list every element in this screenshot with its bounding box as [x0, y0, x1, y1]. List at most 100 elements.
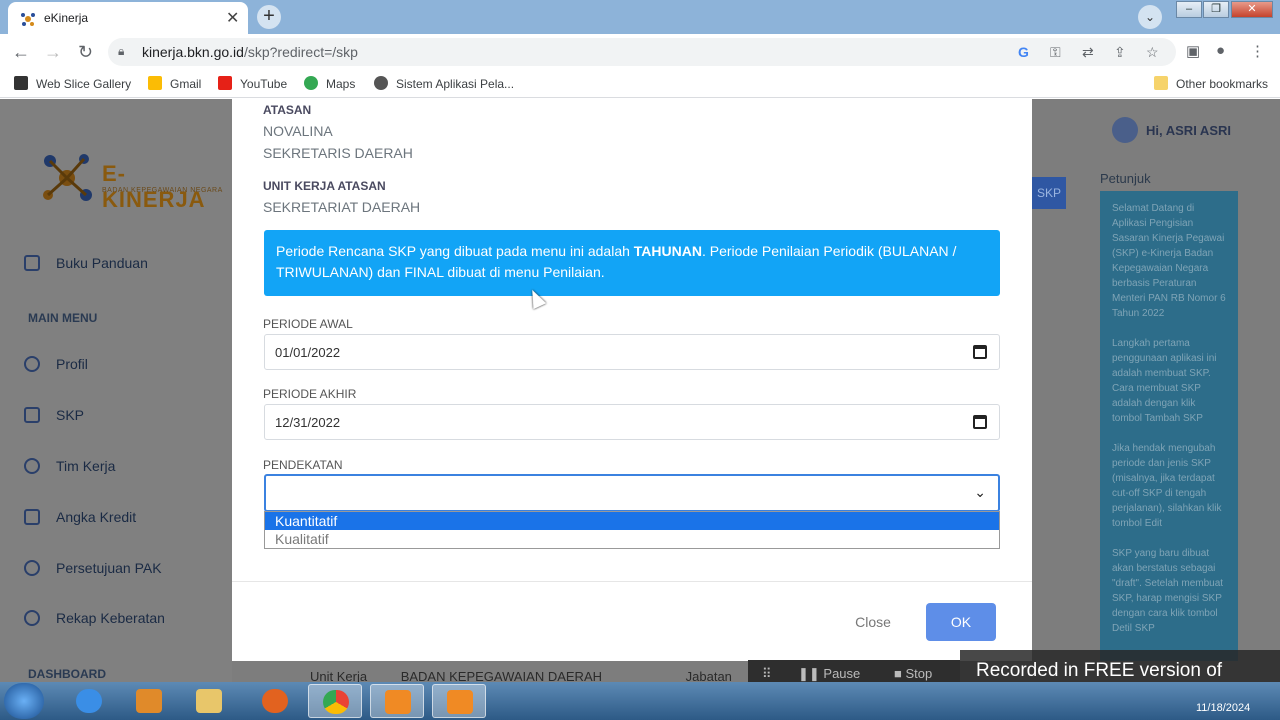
periode-awal-input[interactable]: 01/01/2022	[264, 334, 1000, 370]
periode-akhir-value: 12/31/2022	[275, 415, 341, 430]
jabatan-label: Jabatan	[685, 669, 732, 682]
logo-subtext: BADAN KEPEGAWAIAN NEGARA	[102, 187, 223, 194]
lock-icon: 🔒︎	[118, 44, 125, 58]
bookmark-web-slice-gallery[interactable]: Web Slice Gallery	[14, 76, 131, 91]
option-kualitatif[interactable]: Kualitatif	[265, 530, 999, 548]
back-arrow-icon[interactable]: ←	[12, 42, 30, 63]
pendekatan-dropdown: Kuantitatif Kualitatif	[264, 511, 1000, 549]
unit-kerja-atasan-value: SEKRETARIAT DAERAH	[263, 199, 421, 215]
google-icon[interactable]: G	[1018, 44, 1029, 60]
sidebar-item-skp[interactable]: SKP	[24, 407, 84, 423]
option-kuantitatif[interactable]: Kuantitatif	[265, 512, 999, 530]
bookmarks-bar: Web Slice Gallery Gmail YouTube Maps Sis…	[0, 70, 1280, 98]
book-icon	[24, 255, 40, 271]
avatar[interactable]	[1112, 117, 1138, 143]
bookmark-star-icon[interactable]: ☆	[1146, 44, 1159, 61]
atasan-label: ATASAN	[263, 103, 312, 117]
modal-footer-divider	[232, 581, 1032, 582]
petunjuk-paragraph: Jika hendak mengubah periode dan jenis S…	[1112, 443, 1222, 529]
bookmark-gmail[interactable]: Gmail	[148, 76, 201, 91]
other-bookmarks[interactable]: Other bookmarks	[1154, 76, 1268, 91]
start-button[interactable]	[4, 683, 44, 719]
main-menu-heading: MAIN MENU	[28, 311, 98, 325]
pause-button[interactable]: ❚❚ Pause	[798, 666, 860, 682]
check-circle-icon	[24, 560, 40, 576]
drag-handle-icon[interactable]: ⠿	[762, 666, 772, 682]
sidebar-item-rekap-keberatan[interactable]: Rekap Keberatan	[24, 610, 165, 626]
recorder-taskbar-icon[interactable]	[370, 684, 424, 718]
logo-mark-icon	[43, 154, 92, 201]
tab-search-chevron-icon[interactable]: ⌄	[1138, 5, 1162, 29]
sidebar-item-buku-panduan[interactable]: Buku Panduan	[24, 255, 148, 271]
new-tab-button[interactable]: +	[257, 5, 281, 29]
periode-awal-value: 01/01/2022	[275, 345, 341, 360]
windows-taskbar: 11/18/2024	[0, 682, 1280, 720]
sidebar: E-KINERJA BADAN KEPEGAWAIAN NEGARA Buku …	[0, 99, 232, 682]
firefox-taskbar-icon[interactable]	[248, 684, 302, 718]
forward-arrow-icon[interactable]: →	[44, 42, 62, 63]
periode-akhir-input[interactable]: 12/31/2022	[264, 404, 1000, 440]
user-greeting[interactable]: Hi, ASRI ASRI	[1146, 123, 1231, 138]
reload-icon[interactable]: ↻	[78, 42, 93, 63]
media-player-taskbar-icon[interactable]	[122, 684, 176, 718]
share-icon[interactable]: ⇪	[1114, 44, 1126, 61]
google-icon	[148, 76, 162, 90]
youtube-icon	[218, 76, 232, 90]
document-icon	[24, 407, 40, 423]
minimize-button[interactable]: –	[1176, 1, 1202, 18]
atasan-name: NOVALINA	[263, 123, 333, 139]
bookmark-sistem-aplikasi[interactable]: Sistem Aplikasi Pela...	[374, 76, 514, 91]
side-panel-icon[interactable]: ▣	[1186, 42, 1200, 60]
sidebar-item-persetujuan-pak[interactable]: Persetujuan PAK	[24, 560, 162, 576]
bookmark-youtube[interactable]: YouTube	[218, 76, 287, 91]
dashboard-heading: DASHBOARD	[28, 667, 106, 681]
pendekatan-label: PENDEKATAN	[263, 458, 343, 472]
address-bar[interactable]: 🔒︎ kinerja.bkn.go.id/skp?redirect=/skp G…	[108, 38, 1176, 66]
tab-close-icon[interactable]: ✕	[226, 8, 239, 28]
petunjuk-paragraph: Langkah pertama penggunaan aplikasi ini …	[1112, 338, 1217, 424]
petunjuk-paragraph: Selamat Datang di Aplikasi Pengisian Sas…	[1112, 203, 1226, 319]
bookmark-maps[interactable]: Maps	[304, 76, 355, 91]
ekinerja-favicon-icon	[21, 13, 35, 26]
ekinerja-logo: E-KINERJA BADAN KEPEGAWAIAN NEGARA	[36, 143, 226, 213]
window-close-button[interactable]: ✕	[1231, 1, 1273, 18]
maximize-button[interactable]: ❐	[1203, 1, 1229, 18]
explorer-taskbar-icon[interactable]	[182, 684, 236, 718]
taskbar-date: 11/18/2024	[1196, 702, 1251, 714]
atasan-jabatan: SEKRETARIS DAERAH	[263, 145, 413, 161]
stop-button[interactable]: ■ Stop	[894, 666, 932, 681]
unit-kerja-value: BADAN KEPEGAWAIAN DAERAH	[400, 669, 603, 682]
calendar-icon[interactable]	[973, 345, 987, 359]
pendekatan-select[interactable]: ⌄	[264, 474, 1000, 512]
url-text: kinerja.bkn.go.id/skp?redirect=/skp	[142, 44, 358, 60]
browser-tab[interactable]: eKinerja ✕	[8, 2, 248, 34]
alert-circle-icon	[24, 610, 40, 626]
user-icon	[24, 356, 40, 372]
close-button[interactable]: Close	[838, 603, 908, 641]
tab-title: eKinerja	[44, 11, 89, 25]
browser-toolbar: ← → ↻ 🔒︎ kinerja.bkn.go.id/skp?redirect=…	[0, 34, 1280, 70]
globe-icon	[374, 76, 388, 90]
sidebar-item-tim-kerja[interactable]: Tim Kerja	[24, 458, 115, 474]
petunjuk-title: Petunjuk	[1100, 171, 1151, 186]
petunjuk-paragraph: SKP yang baru dibuat akan berstatus seba…	[1112, 548, 1224, 634]
ie-taskbar-icon[interactable]	[62, 684, 116, 718]
skp-modal: ATASAN NOVALINA SEKRETARIS DAERAH UNIT K…	[232, 99, 1032, 661]
ok-button[interactable]: OK	[926, 603, 996, 641]
translate-icon[interactable]: ⇄	[1082, 44, 1094, 61]
periode-akhir-label: PERIODE AKHIR	[263, 387, 357, 401]
unit-kerja-label: Unit Kerja	[310, 669, 368, 682]
background-info-row: Unit Kerja BADAN KEPEGAWAIAN DAERAH Jaba…	[310, 669, 732, 682]
skp-button[interactable]: SKP	[1032, 177, 1066, 209]
browser-tab-bar: eKinerja ✕ + ⌄ – ❐ ✕	[0, 0, 1280, 34]
sidebar-item-profil[interactable]: Profil	[24, 356, 88, 372]
calendar-icon[interactable]	[973, 415, 987, 429]
profile-icon[interactable]: ●	[1216, 42, 1225, 59]
sidebar-item-angka-kredit[interactable]: Angka Kredit	[24, 509, 136, 525]
petunjuk-box: Selamat Datang di Aplikasi Pengisian Sas…	[1100, 191, 1238, 661]
recorder-capture-taskbar-icon[interactable]	[432, 684, 486, 718]
chrome-taskbar-icon[interactable]	[308, 684, 362, 718]
menu-kebab-icon[interactable]: ⋮	[1250, 42, 1265, 60]
key-icon[interactable]: ⚿	[1050, 44, 1061, 61]
right-panel: Hi, ASRI ASRI SKP Petunjuk Selamat Datan…	[1032, 99, 1280, 682]
